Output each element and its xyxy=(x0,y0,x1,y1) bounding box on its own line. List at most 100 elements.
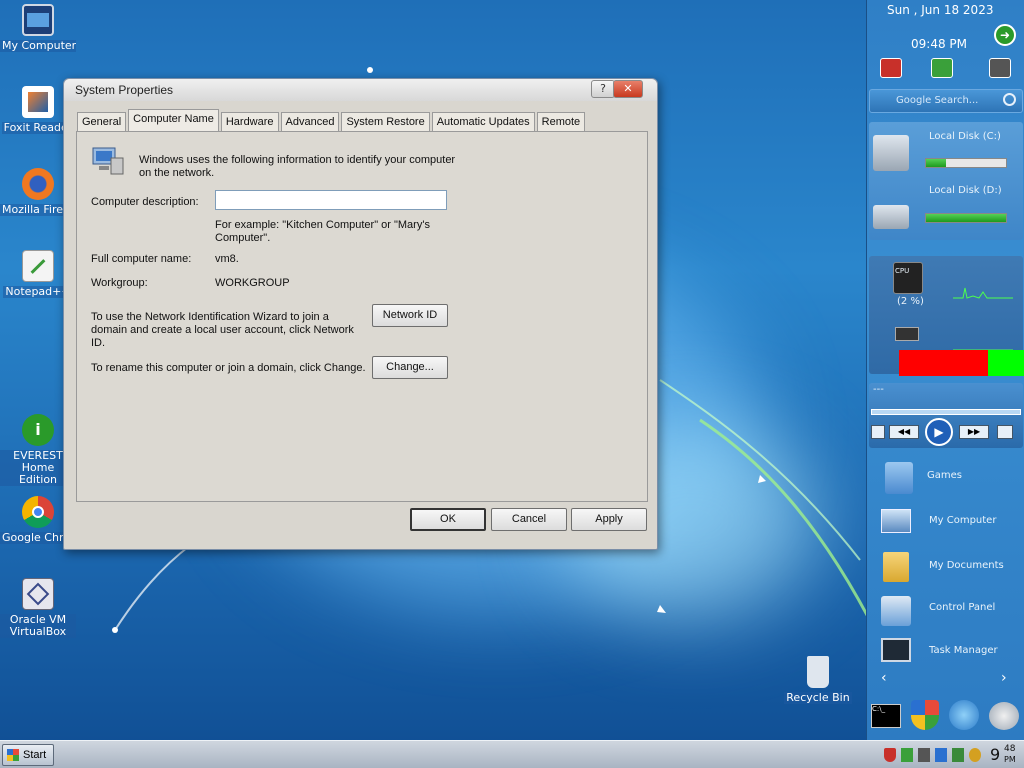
full-name-value: vm8. xyxy=(215,253,239,265)
dialog-title: System Properties xyxy=(75,83,174,97)
sidebar-date: Sun , Jun 18 2023 xyxy=(887,3,994,17)
workgroup-value: WORKGROUP xyxy=(215,277,290,289)
launcher-label: My Computer xyxy=(929,515,997,526)
launcher-label: Games xyxy=(927,470,962,481)
computer-network-icon xyxy=(92,147,124,175)
cpu-graph xyxy=(953,287,1013,299)
ram-used-bar xyxy=(899,350,988,376)
launcher-label: Task Manager xyxy=(929,645,998,656)
media-title: --- xyxy=(873,384,884,395)
tab-hardware[interactable]: Hardware xyxy=(220,112,279,131)
tab-remote[interactable]: Remote xyxy=(536,112,586,131)
drive-d-icon xyxy=(873,205,909,229)
full-name-label: Full computer name: xyxy=(91,253,192,265)
tray-volume-icon[interactable] xyxy=(918,748,930,762)
previous-icon[interactable]: ◀◀ xyxy=(889,425,919,439)
cpu-percent: (2 %) xyxy=(897,296,924,307)
chrome-icon xyxy=(22,496,54,528)
launcher-item-my-documents[interactable]: My Documents xyxy=(877,550,1017,586)
tray-clock-hour[interactable]: 9 xyxy=(990,745,1000,764)
tab-automatic-updates[interactable]: Automatic Updates xyxy=(431,112,535,131)
next-icon[interactable]: ▶▶ xyxy=(959,425,989,439)
change-button[interactable]: Change... xyxy=(372,356,448,379)
games-icon xyxy=(885,462,913,494)
media-progress-bar[interactable] xyxy=(871,409,1021,415)
desktop-icon-recycle-bin[interactable]: Recycle Bin xyxy=(780,656,856,707)
scroll-left-icon[interactable]: ‹ xyxy=(881,670,887,686)
foxit-icon xyxy=(22,86,54,118)
workgroup-label: Workgroup: xyxy=(91,277,148,289)
launcher-item-control-panel[interactable]: Control Panel xyxy=(877,594,1017,630)
tray-clock-ampm: PM xyxy=(1004,755,1016,764)
disk-c-usage-bar xyxy=(925,158,1007,168)
speaker-icon[interactable] xyxy=(989,702,1019,730)
intro-text-line1: Windows uses the following information t… xyxy=(139,154,456,166)
scroll-right-icon[interactable]: › xyxy=(1001,670,1007,686)
tab-strip: General Computer Name Hardware Advanced … xyxy=(77,109,587,131)
folder-icon xyxy=(883,552,909,582)
restart-green-icon[interactable] xyxy=(931,58,953,78)
shutdown-red-icon[interactable] xyxy=(880,58,902,78)
disk-d-label: Local Disk (D:) xyxy=(929,185,1002,196)
tab-advanced[interactable]: Advanced xyxy=(280,112,340,131)
tray-app-icon-3[interactable] xyxy=(969,748,981,762)
ram-chip-icon xyxy=(895,327,919,341)
desktop-icon-label: My Computer xyxy=(0,40,76,52)
tray-shield-icon[interactable] xyxy=(884,748,896,762)
desktop-icon-label: Recycle Bin xyxy=(784,692,852,704)
system-tray: 9 48 PM xyxy=(872,743,1024,767)
computer-name-panel: Windows uses the following information t… xyxy=(76,131,648,502)
virtualbox-icon xyxy=(22,578,54,610)
eject-icon[interactable] xyxy=(997,425,1013,439)
desktop-icon-label: Oracle VM VirtualBox xyxy=(0,614,76,638)
sidebar-time: 09:48 PM xyxy=(911,37,967,51)
ok-button[interactable]: OK xyxy=(410,508,486,531)
everest-icon: i xyxy=(22,414,54,446)
power-icon[interactable] xyxy=(989,58,1011,78)
cpu-label: CPU xyxy=(895,267,910,275)
arrow-right-icon[interactable]: ➜ xyxy=(994,24,1016,46)
launcher-item-task-manager[interactable]: Task Manager xyxy=(877,636,1017,672)
apply-button[interactable]: Apply xyxy=(571,508,647,531)
computer-description-input[interactable] xyxy=(215,190,447,210)
network-globe-icon[interactable] xyxy=(949,700,979,730)
desktop-icon-virtualbox[interactable]: Oracle VM VirtualBox xyxy=(0,578,76,641)
launcher-label: My Documents xyxy=(929,560,1004,571)
command-prompt-icon[interactable]: C:\_ xyxy=(871,704,901,728)
tray-app-icon-1[interactable] xyxy=(935,748,947,762)
description-label: Computer description: xyxy=(91,196,199,208)
network-id-text-line3: ID. xyxy=(91,337,106,349)
tab-system-restore[interactable]: System Restore xyxy=(341,112,430,131)
control-panel-icon xyxy=(881,596,911,626)
close-button[interactable]: ✕ xyxy=(613,80,643,98)
monitor-icon xyxy=(22,4,54,36)
cancel-button[interactable]: Cancel xyxy=(491,508,567,531)
google-search-input[interactable]: Google Search... xyxy=(869,89,1023,113)
recycle-bin-icon xyxy=(807,656,829,688)
tray-network-icon[interactable] xyxy=(901,748,913,762)
network-id-button[interactable]: Network ID xyxy=(372,304,448,327)
disk-c-usage-fill xyxy=(926,159,946,167)
help-button[interactable]: ? xyxy=(591,80,615,98)
start-label: Start xyxy=(23,749,47,761)
tab-computer-name[interactable]: Computer Name xyxy=(128,109,219,131)
drive-c-icon xyxy=(873,135,909,171)
play-icon[interactable]: ▶ xyxy=(925,418,953,446)
network-id-text-line2: domain and create a local user account, … xyxy=(91,324,354,336)
security-shield-icon[interactable] xyxy=(911,700,939,730)
desktop-icon-my-computer[interactable]: My Computer xyxy=(0,4,76,55)
stop-icon[interactable] xyxy=(871,425,885,439)
launcher-label: Control Panel xyxy=(929,602,996,613)
launcher-item-games[interactable]: Games xyxy=(877,460,1017,496)
start-button[interactable]: Start xyxy=(2,744,54,766)
tab-general[interactable]: General xyxy=(77,112,127,131)
example-text-line2: Computer". xyxy=(215,232,271,244)
tray-app-icon-2[interactable] xyxy=(952,748,964,762)
disk-d-usage-bar xyxy=(925,213,1007,223)
launcher-item-my-computer[interactable]: My Computer xyxy=(877,505,1017,541)
search-icon[interactable] xyxy=(1003,93,1016,106)
sidebar: Sun , Jun 18 2023 09:48 PM ➜ Google Sear… xyxy=(866,0,1024,740)
monitor-icon xyxy=(881,509,911,533)
dialog-titlebar[interactable]: System Properties ? ✕ xyxy=(64,79,657,101)
disk-d-usage-fill xyxy=(926,214,1006,222)
